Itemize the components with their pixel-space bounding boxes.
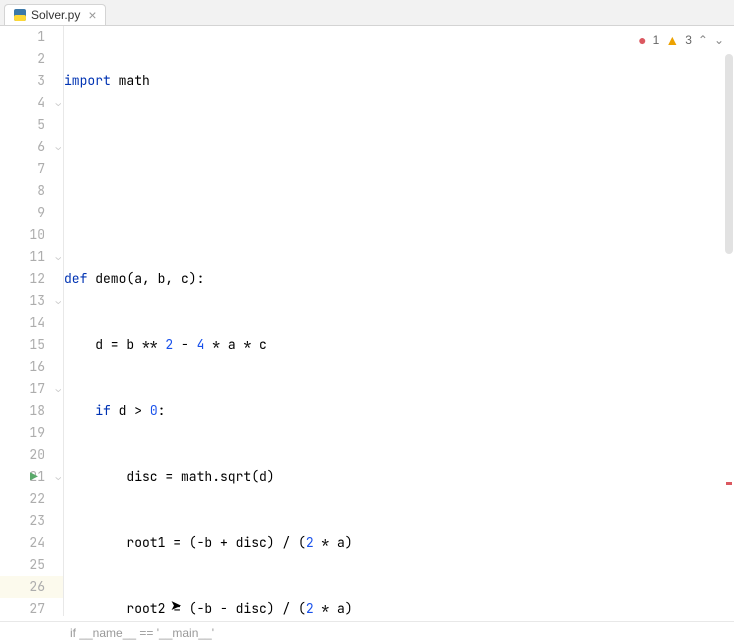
gutter-line-2[interactable]: 2 bbox=[0, 48, 63, 70]
gutter-line-27[interactable]: 27 bbox=[0, 598, 63, 620]
warning-count: 3 bbox=[685, 33, 692, 47]
tab-filename: Solver.py bbox=[31, 8, 80, 22]
fold-icon[interactable]: ⌄ bbox=[51, 252, 61, 262]
fold-icon[interactable]: ⌄ bbox=[51, 98, 61, 108]
chevron-up-icon[interactable]: ⌃ bbox=[698, 33, 708, 47]
gutter-line-20[interactable]: 20 bbox=[0, 444, 63, 466]
gutter-line-15[interactable]: 15 bbox=[0, 334, 63, 356]
code-area[interactable]: import math def demo(a, b, c): d = b ** … bbox=[64, 26, 734, 616]
fold-icon[interactable]: ⌄ bbox=[51, 384, 61, 394]
gutter-line-5[interactable]: 5 bbox=[0, 114, 63, 136]
run-icon[interactable]: ▶ bbox=[30, 466, 38, 488]
gutter-line-11[interactable]: 11⌄ bbox=[0, 246, 63, 268]
error-stripe[interactable] bbox=[726, 482, 732, 485]
gutter-line-19[interactable]: 19 bbox=[0, 422, 63, 444]
gutter-line-4[interactable]: 4⌄ bbox=[0, 92, 63, 114]
editor: 1234⌄56⌄7891011⌄1213⌄14151617⌄18192021▶⌄… bbox=[0, 26, 734, 616]
gutter-line-18[interactable]: 18 bbox=[0, 400, 63, 422]
gutter-line-21[interactable]: 21▶⌄ bbox=[0, 466, 63, 488]
scrollbar-thumb[interactable] bbox=[725, 54, 733, 254]
gutter-line-25[interactable]: 25 bbox=[0, 554, 63, 576]
fold-icon[interactable]: ⌄ bbox=[51, 142, 61, 152]
gutter-line-16[interactable]: 16 bbox=[0, 356, 63, 378]
gutter-line-22[interactable]: 22 bbox=[0, 488, 63, 510]
inspections-widget[interactable]: ● 1 ▲ 3 ⌃ ⌄ bbox=[638, 32, 724, 48]
close-icon[interactable]: × bbox=[88, 8, 96, 22]
gutter: 1234⌄56⌄7891011⌄1213⌄14151617⌄18192021▶⌄… bbox=[0, 26, 64, 616]
gutter-line-7[interactable]: 7 bbox=[0, 158, 63, 180]
gutter-line-26[interactable]: 26 bbox=[0, 576, 63, 598]
warning-icon: ▲ bbox=[665, 32, 679, 48]
tab-solver-py[interactable]: Solver.py × bbox=[4, 4, 106, 25]
gutter-line-23[interactable]: 23 bbox=[0, 510, 63, 532]
gutter-line-13[interactable]: 13⌄ bbox=[0, 290, 63, 312]
gutter-line-6[interactable]: 6⌄ bbox=[0, 136, 63, 158]
gutter-line-12[interactable]: 12 bbox=[0, 268, 63, 290]
error-count: 1 bbox=[653, 33, 660, 47]
gutter-line-24[interactable]: 24 bbox=[0, 532, 63, 554]
chevron-down-icon[interactable]: ⌄ bbox=[714, 33, 724, 47]
python-file-icon bbox=[13, 8, 27, 22]
gutter-line-9[interactable]: 9 bbox=[0, 202, 63, 224]
error-icon: ● bbox=[638, 32, 646, 48]
gutter-line-14[interactable]: 14 bbox=[0, 312, 63, 334]
fold-icon[interactable]: ⌄ bbox=[51, 296, 61, 306]
gutter-line-8[interactable]: 8 bbox=[0, 180, 63, 202]
gutter-line-3[interactable]: 3 bbox=[0, 70, 63, 92]
fold-icon[interactable]: ⌄ bbox=[51, 472, 61, 482]
vertical-scrollbar[interactable] bbox=[724, 26, 734, 616]
gutter-line-17[interactable]: 17⌄ bbox=[0, 378, 63, 400]
tab-bar: Solver.py × bbox=[0, 0, 734, 26]
breadcrumbs[interactable]: if __name__ == '__main__' bbox=[0, 621, 734, 643]
breadcrumb-item[interactable]: if __name__ == '__main__' bbox=[70, 626, 214, 640]
gutter-line-1[interactable]: 1 bbox=[0, 26, 63, 48]
gutter-line-10[interactable]: 10 bbox=[0, 224, 63, 246]
